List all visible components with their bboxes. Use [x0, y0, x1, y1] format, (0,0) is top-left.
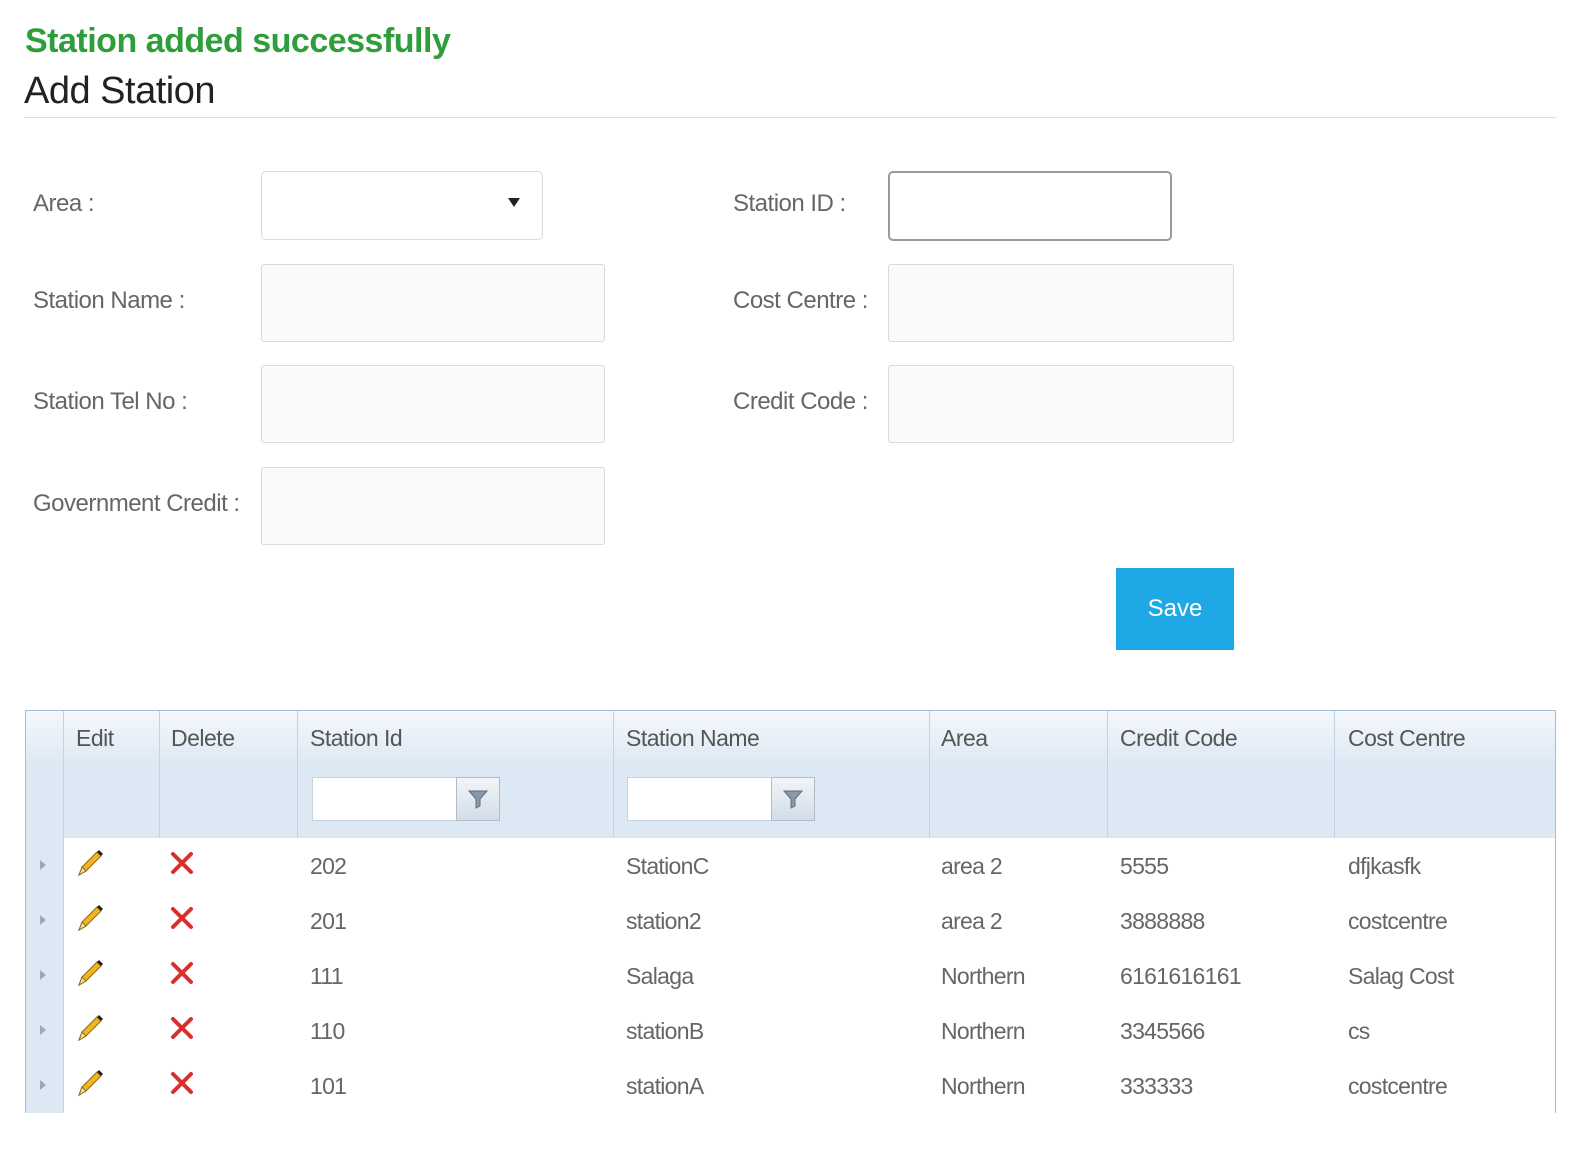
area-cell: area 2 — [941, 853, 1003, 879]
cost-centre-cell: Salag Cost — [1348, 963, 1454, 989]
col-header-station-id[interactable]: Station Id — [310, 725, 403, 752]
area-select[interactable] — [261, 171, 543, 240]
credit-code-cell: 3345566 — [1120, 1018, 1205, 1044]
station-name-cell: stationB — [626, 1018, 704, 1044]
station-name-label: Station Name : — [33, 287, 185, 314]
credit-code-cell: 6161616161 — [1120, 963, 1242, 989]
station-name-input[interactable] — [261, 264, 605, 342]
title-divider — [24, 117, 1556, 118]
station-tel-no-input[interactable] — [261, 365, 605, 443]
pencil-icon[interactable] — [73, 1011, 107, 1045]
area-cell: area 2 — [941, 908, 1003, 934]
credit-code-cell: 3888888 — [1120, 908, 1205, 934]
col-header-credit-code[interactable]: Credit Code — [1120, 725, 1238, 752]
area-label: Area : — [33, 190, 95, 217]
pencil-icon[interactable] — [73, 956, 107, 990]
station-id-label: Station ID : — [733, 190, 846, 217]
credit-code-label: Credit Code : — [733, 388, 868, 415]
station-name-cell: Salaga — [626, 963, 694, 989]
government-credit-input[interactable] — [261, 467, 605, 545]
station-id-cell: 101 — [310, 1073, 347, 1099]
success-message: Station added successfully — [25, 22, 451, 60]
credit-code-cell: 333333 — [1120, 1073, 1193, 1099]
page-title: Add Station — [24, 70, 215, 112]
row-expand-cell[interactable] — [26, 948, 64, 1003]
table-row[interactable]: 202 StationC area 2 5555 dfjkasfk — [26, 838, 1555, 894]
table-row[interactable]: 110 stationB Northern 3345566 cs — [26, 1003, 1555, 1059]
station-id-cell: 202 — [310, 853, 347, 879]
pencil-icon[interactable] — [73, 846, 107, 880]
expand-arrow-icon — [40, 1080, 46, 1090]
delete-x-icon[interactable] — [169, 905, 195, 931]
row-expand-cell[interactable] — [26, 893, 64, 948]
cost-centre-cell: cs — [1348, 1018, 1370, 1044]
filter-row — [26, 766, 1555, 839]
expand-arrow-icon — [40, 860, 46, 870]
credit-code-cell: 5555 — [1120, 853, 1169, 879]
station-name-filter-button[interactable] — [771, 777, 815, 821]
station-id-filter-button[interactable] — [456, 777, 500, 821]
table-row[interactable]: 101 stationA Northern 333333 costcentre — [26, 1058, 1555, 1113]
cost-centre-input[interactable] — [888, 264, 1234, 342]
station-tel-no-label: Station Tel No : — [33, 388, 188, 415]
grid-header: Edit Delete Station Id Station Name Area… — [26, 711, 1555, 767]
table-row[interactable]: 201 station2 area 2 3888888 costcentre — [26, 893, 1555, 949]
station-name-cell: station2 — [626, 908, 702, 934]
expand-arrow-icon — [40, 970, 46, 980]
row-expand-cell[interactable] — [26, 1058, 64, 1113]
row-expand-cell[interactable] — [26, 838, 64, 893]
station-id-input[interactable] — [888, 171, 1172, 241]
table-row[interactable]: 111 Salaga Northern 6161616161 Salag Cost — [26, 948, 1555, 1004]
area-cell: Northern — [941, 1018, 1026, 1044]
station-name-filter-input[interactable] — [627, 777, 773, 821]
station-id-cell: 110 — [310, 1018, 345, 1044]
row-expand-cell[interactable] — [26, 1003, 64, 1058]
expand-arrow-icon — [40, 1025, 46, 1035]
delete-x-icon[interactable] — [169, 960, 195, 986]
government-credit-label: Government Credit : — [33, 490, 240, 517]
station-name-cell: stationA — [626, 1073, 704, 1099]
station-id-cell: 201 — [310, 908, 347, 934]
funnel-icon — [782, 790, 804, 809]
cost-centre-cell: costcentre — [1348, 1073, 1448, 1099]
cost-centre-cell: costcentre — [1348, 908, 1448, 934]
col-header-station-name[interactable]: Station Name — [626, 725, 760, 752]
area-cell: Northern — [941, 1073, 1026, 1099]
station-id-filter-input[interactable] — [312, 777, 458, 821]
delete-x-icon[interactable] — [169, 1015, 195, 1041]
pencil-icon[interactable] — [73, 1066, 107, 1100]
col-header-cost-centre[interactable]: Cost Centre — [1348, 725, 1466, 752]
stations-grid: Edit Delete Station Id Station Name Area… — [25, 710, 1556, 1113]
col-header-delete[interactable]: Delete — [171, 725, 235, 752]
area-cell: Northern — [941, 963, 1026, 989]
credit-code-input[interactable] — [888, 365, 1234, 443]
delete-x-icon[interactable] — [169, 850, 195, 876]
col-header-edit[interactable]: Edit — [76, 725, 114, 752]
save-button[interactable]: Save — [1116, 568, 1234, 650]
cost-centre-cell: dfjkasfk — [1348, 853, 1421, 879]
station-id-cell: 111 — [310, 963, 344, 989]
dropdown-arrow-icon — [508, 198, 520, 207]
delete-x-icon[interactable] — [169, 1070, 195, 1096]
col-header-area[interactable]: Area — [941, 725, 988, 752]
funnel-icon — [467, 790, 489, 809]
expand-arrow-icon — [40, 915, 46, 925]
station-name-cell: StationC — [626, 853, 709, 879]
cost-centre-label: Cost Centre : — [733, 287, 868, 314]
pencil-icon[interactable] — [73, 901, 107, 935]
